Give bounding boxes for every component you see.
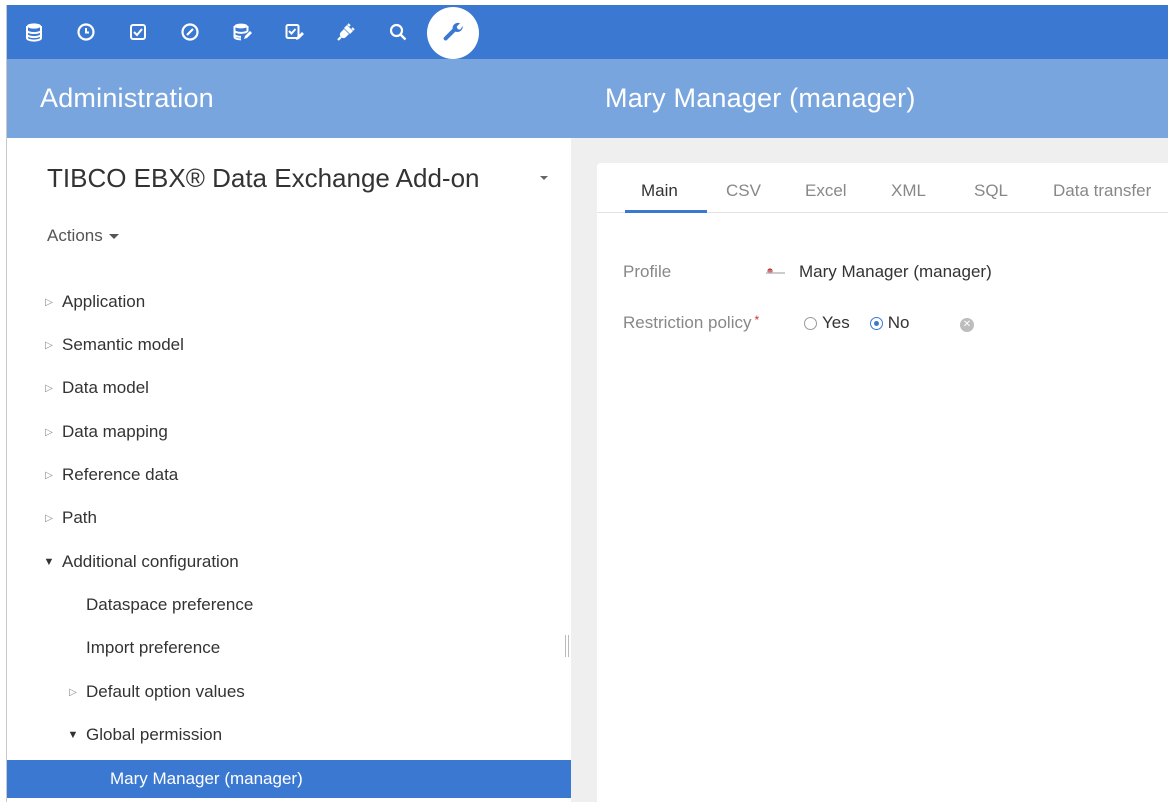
tree-item-label: Import preference [86, 638, 221, 657]
section-title: Administration [40, 83, 214, 113]
gauge-icon[interactable] [175, 17, 205, 47]
tab-csv[interactable]: CSV [726, 181, 761, 201]
tab-xml[interactable]: XML [891, 181, 926, 201]
profile-name: Mary Manager (manager) [799, 262, 992, 281]
expand-arrow-icon[interactable]: ▷ [66, 687, 80, 698]
radio-no-label[interactable]: No [888, 313, 910, 333]
tree-item-data-model[interactable]: ▷ Data model [7, 369, 571, 407]
header-band: Administration Mary Manager (manager) [7, 59, 1168, 138]
tree-item-label: Semantic model [62, 335, 184, 354]
foreign-key-icon [766, 268, 785, 274]
expand-arrow-icon[interactable]: ▷ [42, 340, 56, 351]
clock-icon[interactable] [71, 17, 101, 47]
task-edit-icon[interactable] [279, 17, 309, 47]
tree-item-default-option-values[interactable]: ▷ Default option values [7, 673, 571, 711]
actions-menu-button[interactable]: Actions [47, 226, 119, 246]
expand-arrow-icon[interactable]: ▷ [42, 427, 56, 438]
dataset-dropdown-icon[interactable] [540, 176, 548, 180]
tree-item-import-preference[interactable]: Import preference [7, 629, 571, 667]
collapse-arrow-icon[interactable]: ▼ [42, 556, 56, 568]
tab-sql[interactable]: SQL [974, 181, 1008, 201]
tab-bar: Main CSV Excel XML SQL Data transfer [597, 163, 1168, 213]
tab-excel[interactable]: Excel [805, 181, 847, 201]
tree-item-label: Data model [62, 378, 149, 397]
tree-item-label: Data mapping [62, 422, 168, 441]
tree-item-label: Additional configuration [62, 552, 239, 571]
dataset-title: TIBCO EBX® Data Exchange Add-on [47, 163, 480, 193]
restriction-policy-label: Restriction policy * [623, 313, 759, 333]
tree-item-label: Application [62, 292, 146, 311]
expand-arrow-icon[interactable]: ▷ [42, 383, 56, 394]
tree-item-path[interactable]: ▷ Path [7, 499, 571, 537]
radio-yes[interactable] [804, 316, 817, 330]
radio-no[interactable] [869, 316, 883, 330]
tree-item-label: Path [62, 508, 97, 527]
tree-item-global-permission[interactable]: ▼ Global permission [7, 716, 571, 754]
expand-arrow-icon[interactable]: ▷ [42, 470, 56, 481]
tab-main[interactable]: Main [641, 181, 678, 201]
radio-yes-label[interactable]: Yes [822, 313, 850, 333]
database-icon[interactable] [19, 17, 49, 47]
expand-arrow-icon[interactable]: ▷ [42, 297, 56, 308]
navigation-panel: TIBCO EBX® Data Exchange Add-on Actions … [7, 138, 571, 802]
tree-item-label: Dataspace preference [86, 595, 254, 614]
tree-item-label: Default option values [86, 682, 245, 701]
top-toolbar [7, 5, 1168, 59]
active-tab-indicator [625, 210, 707, 213]
tree-item-reference-data[interactable]: ▷ Reference data [7, 456, 571, 494]
clear-value-icon[interactable]: ✕ [960, 318, 974, 332]
database-edit-icon[interactable] [227, 17, 257, 47]
profile-label: Profile [623, 262, 672, 281]
actions-label: Actions [47, 226, 103, 245]
tree-item-application[interactable]: ▷ Application [7, 283, 571, 321]
checkbox-icon[interactable] [123, 17, 153, 47]
tree-item-mary-manager[interactable]: Mary Manager (manager) [7, 760, 571, 798]
app-window: Administration Mary Manager (manager) TI… [6, 5, 1168, 802]
tree-item-label: Mary Manager (manager) [110, 769, 303, 788]
tree-item-data-mapping[interactable]: ▷ Data mapping [7, 413, 571, 451]
record-form-card: Main CSV Excel XML SQL Data transfer Pro… [597, 163, 1168, 802]
tab-data-transfer[interactable]: Data transfer [1053, 181, 1151, 201]
expand-arrow-icon[interactable]: ▷ [42, 513, 56, 524]
tree-item-label: Reference data [62, 465, 179, 484]
collapse-arrow-icon[interactable]: ▼ [66, 729, 80, 741]
caret-down-icon [108, 233, 119, 239]
panel-resize-handle[interactable] [565, 635, 569, 657]
tree-item-semantic-model[interactable]: ▷ Semantic model [7, 326, 571, 364]
wrench-icon[interactable] [427, 7, 479, 59]
tree-item-additional-configuration[interactable]: ▼ Additional configuration [7, 543, 571, 581]
required-marker: * [754, 313, 760, 327]
record-title: Mary Manager (manager) [605, 83, 916, 113]
restriction-policy-radios: Yes No [804, 313, 929, 333]
restriction-policy-text: Restriction policy [623, 313, 752, 332]
plug-icon[interactable] [331, 17, 361, 47]
profile-value: Mary Manager (manager) [765, 262, 992, 282]
search-icon[interactable] [383, 17, 413, 47]
tree-item-label: Global permission [86, 725, 223, 744]
tree-item-dataspace-preference[interactable]: Dataspace preference [7, 586, 571, 624]
